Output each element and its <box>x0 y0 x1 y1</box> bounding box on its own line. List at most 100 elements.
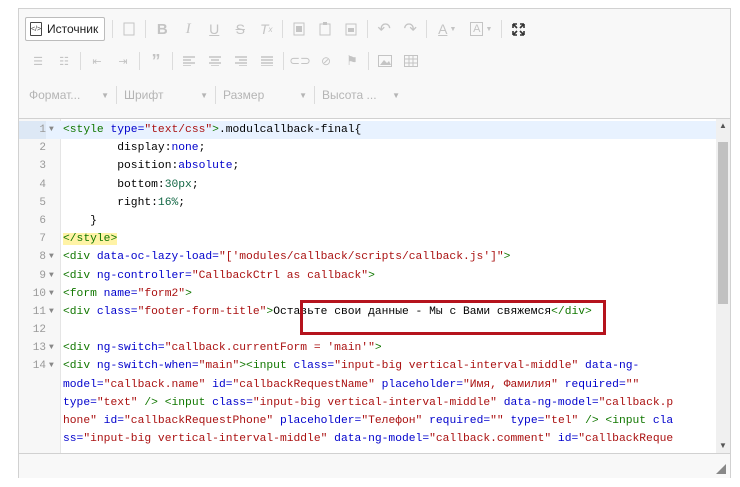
underline-icon[interactable]: U <box>201 16 227 42</box>
code-line: 2 display:none; <box>19 139 716 157</box>
code-line-wrap: type="text" /> <input class="input-big v… <box>19 394 716 412</box>
scrollbar-thumb[interactable] <box>718 142 728 304</box>
fold-arrow-icon[interactable]: ▼ <box>49 121 57 139</box>
code-text: bottom:30px; <box>63 178 199 191</box>
align-right-icon[interactable] <box>228 48 254 74</box>
font-combo-label: Шрифт <box>124 88 164 102</box>
code-text: right:16%; <box>63 196 186 209</box>
line-number: 9 <box>39 269 46 282</box>
image-icon[interactable] <box>372 48 398 74</box>
align-left-icon[interactable] <box>176 48 202 74</box>
align-justify-icon[interactable] <box>254 48 280 74</box>
fold-arrow-icon[interactable]: ▼ <box>49 339 57 357</box>
toolbar-separator <box>139 52 140 70</box>
link-icon[interactable]: ⊂⊃ <box>287 48 313 74</box>
vertical-scrollbar[interactable]: ▲ ▼ <box>716 119 730 453</box>
redo-icon[interactable]: ↷ <box>397 16 423 42</box>
code-lines: 1 ▼ <style type="text/css">.modulcallback-… <box>19 121 716 448</box>
highlight-annotation-box <box>300 300 606 335</box>
code-line: 8 ▼ <div data-oc-lazy-load="['modules/call… <box>19 248 716 266</box>
format-combo[interactable]: Формат... ▼ <box>25 84 113 106</box>
toolbar-separator <box>314 86 315 104</box>
code-text: <div ng-controller="CallbackCtrl as call… <box>63 269 375 282</box>
line-number: 8 <box>39 251 46 264</box>
code-line: 9 ▼ <div ng-controller="CallbackCtrl as ca… <box>19 267 716 285</box>
size-combo[interactable]: Размер ▼ <box>219 84 311 106</box>
toolbar-separator <box>501 20 503 38</box>
code-text: <div ng-switch="callback.currentForm = '… <box>63 342 382 355</box>
toolbar-separator <box>283 52 284 70</box>
code-text: <div data-oc-lazy-load="['modules/callba… <box>63 251 511 264</box>
chevron-down-icon: ▼ <box>200 90 208 100</box>
code-line-wrap: hone" id="callbackRequestPhone" placehol… <box>19 412 716 430</box>
toolbar-separator <box>282 20 284 38</box>
code-text: display:none; <box>63 142 206 155</box>
toolbar-separator <box>215 86 216 104</box>
toolbar-separator <box>145 20 147 38</box>
source-button[interactable]: </> Источник <box>25 17 106 41</box>
toolbar-row-3: Формат... ▼ Шрифт ▼ Размер ▼ Высота ... ▼ <box>25 81 404 109</box>
editor-toolbar: </> Источник B I U S Tx ↶ ↷ A ▼ A ▼ ☰ ☷ … <box>19 9 730 119</box>
line-number: 14 <box>32 360 46 373</box>
code-line: 13 ▼ <div ng-switch="callback.currentForm … <box>19 339 716 357</box>
line-number: 4 <box>39 178 46 191</box>
line-number: 6 <box>39 214 46 227</box>
paste-text-icon[interactable] <box>338 16 364 42</box>
fold-arrow-icon[interactable]: ▼ <box>49 285 57 303</box>
scroll-up-icon[interactable]: ▲ <box>718 121 728 130</box>
toolbar-row-2: ☰ ☷ ⇤ ⇥ ” ⊂⊃ ⊘ ⚑ <box>25 47 424 75</box>
unlink-icon[interactable]: ⊘ <box>313 48 339 74</box>
bulleted-list-icon[interactable]: ☷ <box>51 48 77 74</box>
scroll-down-icon[interactable]: ▼ <box>718 441 728 450</box>
copy-icon[interactable] <box>286 16 312 42</box>
toolbar-separator <box>80 52 81 70</box>
italic-icon[interactable]: I <box>175 16 201 42</box>
anchor-flag-icon[interactable]: ⚑ <box>339 48 365 74</box>
fold-arrow-icon[interactable]: ▼ <box>49 303 57 321</box>
line-number: 3 <box>39 160 46 173</box>
code-line: 3 position:absolute; <box>19 157 716 175</box>
fold-arrow-icon[interactable]: ▼ <box>49 357 57 375</box>
maximize-icon[interactable] <box>505 16 531 42</box>
toolbar-separator <box>368 52 369 70</box>
code-text: type="text" /> <input class="input-big v… <box>63 396 674 409</box>
background-color-icon[interactable]: A ▼ <box>464 16 498 42</box>
remove-format-icon[interactable]: Tx <box>253 16 279 42</box>
line-height-combo[interactable]: Высота ... ▼ <box>318 84 404 106</box>
code-line: 7 </style> <box>19 230 716 248</box>
bold-icon[interactable]: B <box>149 16 175 42</box>
fold-arrow-icon[interactable]: ▼ <box>49 248 57 266</box>
chevron-down-icon: ▼ <box>101 90 109 100</box>
font-combo[interactable]: Шрифт ▼ <box>120 84 212 106</box>
source-code-area[interactable]: 1 ▼ <style type="text/css">.modulcallback-… <box>19 119 716 453</box>
size-combo-label: Размер <box>223 88 265 102</box>
strikethrough-icon[interactable]: S <box>227 16 253 42</box>
text-color-icon[interactable]: A ▼ <box>430 16 464 42</box>
toolbar-separator <box>112 20 114 38</box>
code-text: position:absolute; <box>63 160 240 173</box>
line-number: 11 <box>32 305 46 318</box>
code-text: <form name="form2"> <box>63 287 192 300</box>
line-number: 10 <box>32 287 46 300</box>
chevron-down-icon: ▼ <box>392 90 400 100</box>
line-number: 2 <box>39 142 46 155</box>
format-combo-label: Формат... <box>29 88 81 102</box>
toolbar-row-1: </> Источник B I U S Tx ↶ ↷ A ▼ A ▼ <box>25 15 531 43</box>
numbered-list-icon[interactable]: ☰ <box>25 48 51 74</box>
source-button-label: Источник <box>47 22 99 36</box>
code-text: model="callback.name" id="callbackReques… <box>63 378 640 391</box>
new-page-icon[interactable] <box>116 16 142 42</box>
indent-icon[interactable]: ⇥ <box>110 48 136 74</box>
blockquote-icon[interactable]: ” <box>143 48 169 74</box>
table-icon[interactable] <box>398 48 424 74</box>
source-icon: </> <box>30 22 42 36</box>
paste-icon[interactable] <box>312 16 338 42</box>
resize-handle-icon[interactable] <box>716 464 726 474</box>
outdent-icon[interactable]: ⇤ <box>84 48 110 74</box>
align-center-icon[interactable] <box>202 48 228 74</box>
toolbar-separator <box>367 20 369 38</box>
fold-arrow-icon[interactable]: ▼ <box>49 267 57 285</box>
code-text: ss="input-big vertical-interval-middle" … <box>63 433 674 446</box>
undo-icon[interactable]: ↶ <box>371 16 397 42</box>
code-line: 14 ▼ <div ng-switch-when="main"><input cla… <box>19 357 716 375</box>
